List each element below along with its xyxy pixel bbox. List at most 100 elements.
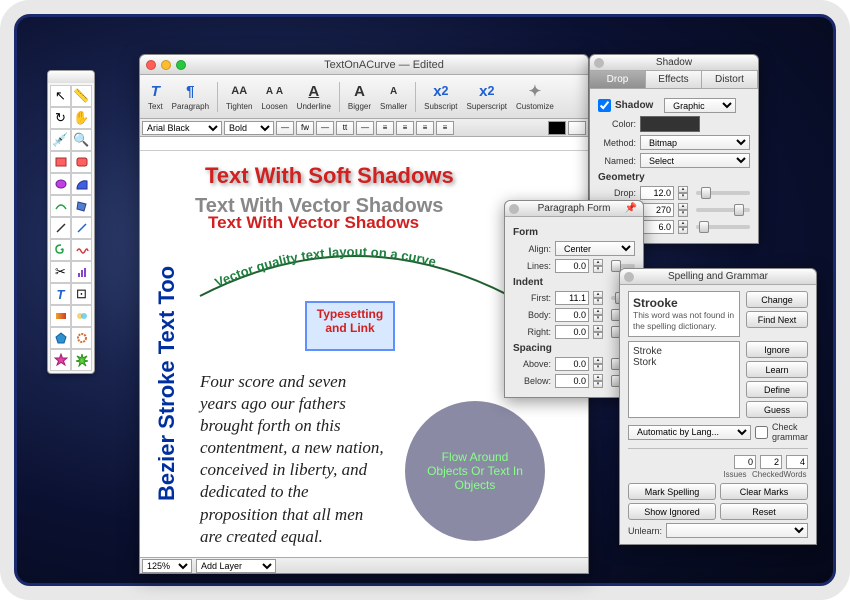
- words-count[interactable]: [786, 455, 808, 469]
- toolbar-paragraph[interactable]: ¶Paragraph: [168, 80, 213, 113]
- align-center-btn[interactable]: ≡: [396, 121, 414, 135]
- toolbar-loosen[interactable]: A ALoosen: [257, 80, 291, 113]
- shadow-type-select[interactable]: Graphic: [664, 98, 736, 113]
- vertical-text[interactable]: Bezier Stroke Text Too: [154, 266, 180, 501]
- titlebar[interactable]: TextOnACurve — Edited: [140, 55, 588, 75]
- lines-input[interactable]: [555, 259, 589, 273]
- blend-tool[interactable]: [71, 305, 92, 327]
- star-tool[interactable]: [50, 349, 71, 371]
- toolbar-smaller[interactable]: ASmaller: [376, 80, 411, 113]
- drop-slider[interactable]: [696, 191, 750, 195]
- align-left-btn[interactable]: ≡: [376, 121, 394, 135]
- pen-tool[interactable]: [71, 217, 92, 239]
- first-stepper[interactable]: ▴▾: [593, 291, 603, 305]
- above-stepper[interactable]: ▴▾: [593, 357, 603, 371]
- measure-tool[interactable]: 📏: [71, 85, 92, 107]
- pin-icon[interactable]: 📌: [625, 201, 637, 217]
- close-icon[interactable]: [594, 58, 604, 68]
- toolbar-bigger[interactable]: ABigger: [344, 80, 375, 113]
- toolbar-text[interactable]: TText: [144, 80, 167, 113]
- body-stepper[interactable]: ▴▾: [593, 308, 603, 322]
- rect-tool[interactable]: [50, 151, 71, 173]
- reset-button[interactable]: Reset: [720, 503, 808, 520]
- checked-count[interactable]: [760, 455, 782, 469]
- scissors-tool[interactable]: ✂: [50, 261, 71, 283]
- drop-input[interactable]: [640, 186, 674, 200]
- right-stepper[interactable]: ▴▾: [593, 325, 603, 339]
- angle-slider[interactable]: [696, 208, 750, 212]
- mark-spelling-button[interactable]: Mark Spelling: [628, 483, 716, 500]
- blur-slider[interactable]: [696, 225, 750, 229]
- palette-titlebar[interactable]: [48, 71, 94, 83]
- pentagon-tool[interactable]: [50, 327, 71, 349]
- guess-button[interactable]: Guess: [746, 401, 808, 418]
- align-select[interactable]: Center: [555, 241, 635, 256]
- close-button[interactable]: [146, 60, 156, 70]
- gradient-tool[interactable]: [50, 305, 71, 327]
- body-input[interactable]: [555, 308, 589, 322]
- blur-input[interactable]: [640, 220, 674, 234]
- toolbar-superscript[interactable]: x2Superscript: [463, 80, 511, 113]
- cursive-paragraph[interactable]: Four score and seven years ago our fathe…: [200, 371, 385, 548]
- fontsize-btn[interactable]: —: [276, 121, 294, 135]
- style-btn-2[interactable]: —: [316, 121, 334, 135]
- zoom-select[interactable]: 125%: [142, 559, 192, 573]
- suggestion-item[interactable]: Stork: [633, 357, 735, 368]
- above-input[interactable]: [555, 357, 589, 371]
- style-btn-3[interactable]: tt: [336, 121, 354, 135]
- layer-select[interactable]: Add Layer: [196, 559, 276, 573]
- color-btn-2[interactable]: [568, 121, 586, 135]
- polygon-tool[interactable]: [71, 195, 92, 217]
- change-button[interactable]: Change: [746, 291, 808, 308]
- crop-tool[interactable]: ⊡: [71, 283, 92, 305]
- font-family-select[interactable]: Arial Black: [142, 121, 222, 135]
- shadow-checkbox[interactable]: [598, 99, 611, 112]
- font-style-select[interactable]: Bold: [224, 121, 274, 135]
- line-tool[interactable]: [50, 217, 71, 239]
- freehand-tool[interactable]: [71, 239, 92, 261]
- spelling-panel-title[interactable]: Spelling and Grammar: [620, 269, 816, 285]
- roundrect-tool[interactable]: [71, 151, 92, 173]
- define-button[interactable]: Define: [746, 381, 808, 398]
- align-justify-btn[interactable]: ≡: [436, 121, 454, 135]
- learn-button[interactable]: Learn: [746, 361, 808, 378]
- zoom-button[interactable]: [176, 60, 186, 70]
- below-input[interactable]: [555, 374, 589, 388]
- word-box[interactable]: Strooke This word was not found in the s…: [628, 291, 740, 337]
- vector-shadow-text-red[interactable]: Text With Vector Shadows: [208, 213, 419, 233]
- minimize-button[interactable]: [161, 60, 171, 70]
- ruler[interactable]: [140, 137, 588, 151]
- named-select[interactable]: Select: [640, 153, 750, 168]
- arc-tool[interactable]: [71, 173, 92, 195]
- close-icon[interactable]: [509, 204, 519, 214]
- issues-count[interactable]: [734, 455, 756, 469]
- style-btn-1[interactable]: fw: [296, 121, 314, 135]
- burst-tool[interactable]: [71, 349, 92, 371]
- clear-marks-button[interactable]: Clear Marks: [720, 483, 808, 500]
- flow-circle[interactable]: Flow Around Objects Or Text In Objects: [405, 401, 545, 541]
- angle-stepper[interactable]: ▴▾: [678, 203, 688, 217]
- toolbar-customize[interactable]: ✦Customize: [512, 80, 558, 113]
- soft-shadow-text[interactable]: Text With Soft Shadows: [205, 163, 454, 189]
- toolbar-tighten[interactable]: A͏ATighten: [222, 80, 256, 113]
- blur-stepper[interactable]: ▴▾: [678, 220, 688, 234]
- style-btn-4[interactable]: —: [356, 121, 374, 135]
- close-icon[interactable]: [624, 272, 634, 282]
- graph-tool[interactable]: [71, 261, 92, 283]
- check-grammar-checkbox[interactable]: [755, 426, 768, 439]
- spiral-tool[interactable]: [50, 239, 71, 261]
- oval-tool[interactable]: [50, 173, 71, 195]
- find-next-button[interactable]: Find Next: [746, 311, 808, 328]
- method-select[interactable]: Bitmap: [640, 135, 750, 150]
- ignore-button[interactable]: Ignore: [746, 341, 808, 358]
- language-select[interactable]: Automatic by Lang...: [628, 425, 751, 440]
- right-input[interactable]: [555, 325, 589, 339]
- hand-tool[interactable]: ✋: [71, 107, 92, 129]
- toolbar-subscript[interactable]: x2Subscript: [420, 80, 461, 113]
- shadow-panel-title[interactable]: Shadow: [590, 55, 758, 71]
- suggestions-list[interactable]: Stroke Stork: [628, 341, 740, 418]
- drop-stepper[interactable]: ▴▾: [678, 186, 688, 200]
- color-well[interactable]: [640, 116, 700, 132]
- paragraph-panel-title[interactable]: Paragraph Form📌: [505, 201, 643, 217]
- gear-tool[interactable]: [71, 327, 92, 349]
